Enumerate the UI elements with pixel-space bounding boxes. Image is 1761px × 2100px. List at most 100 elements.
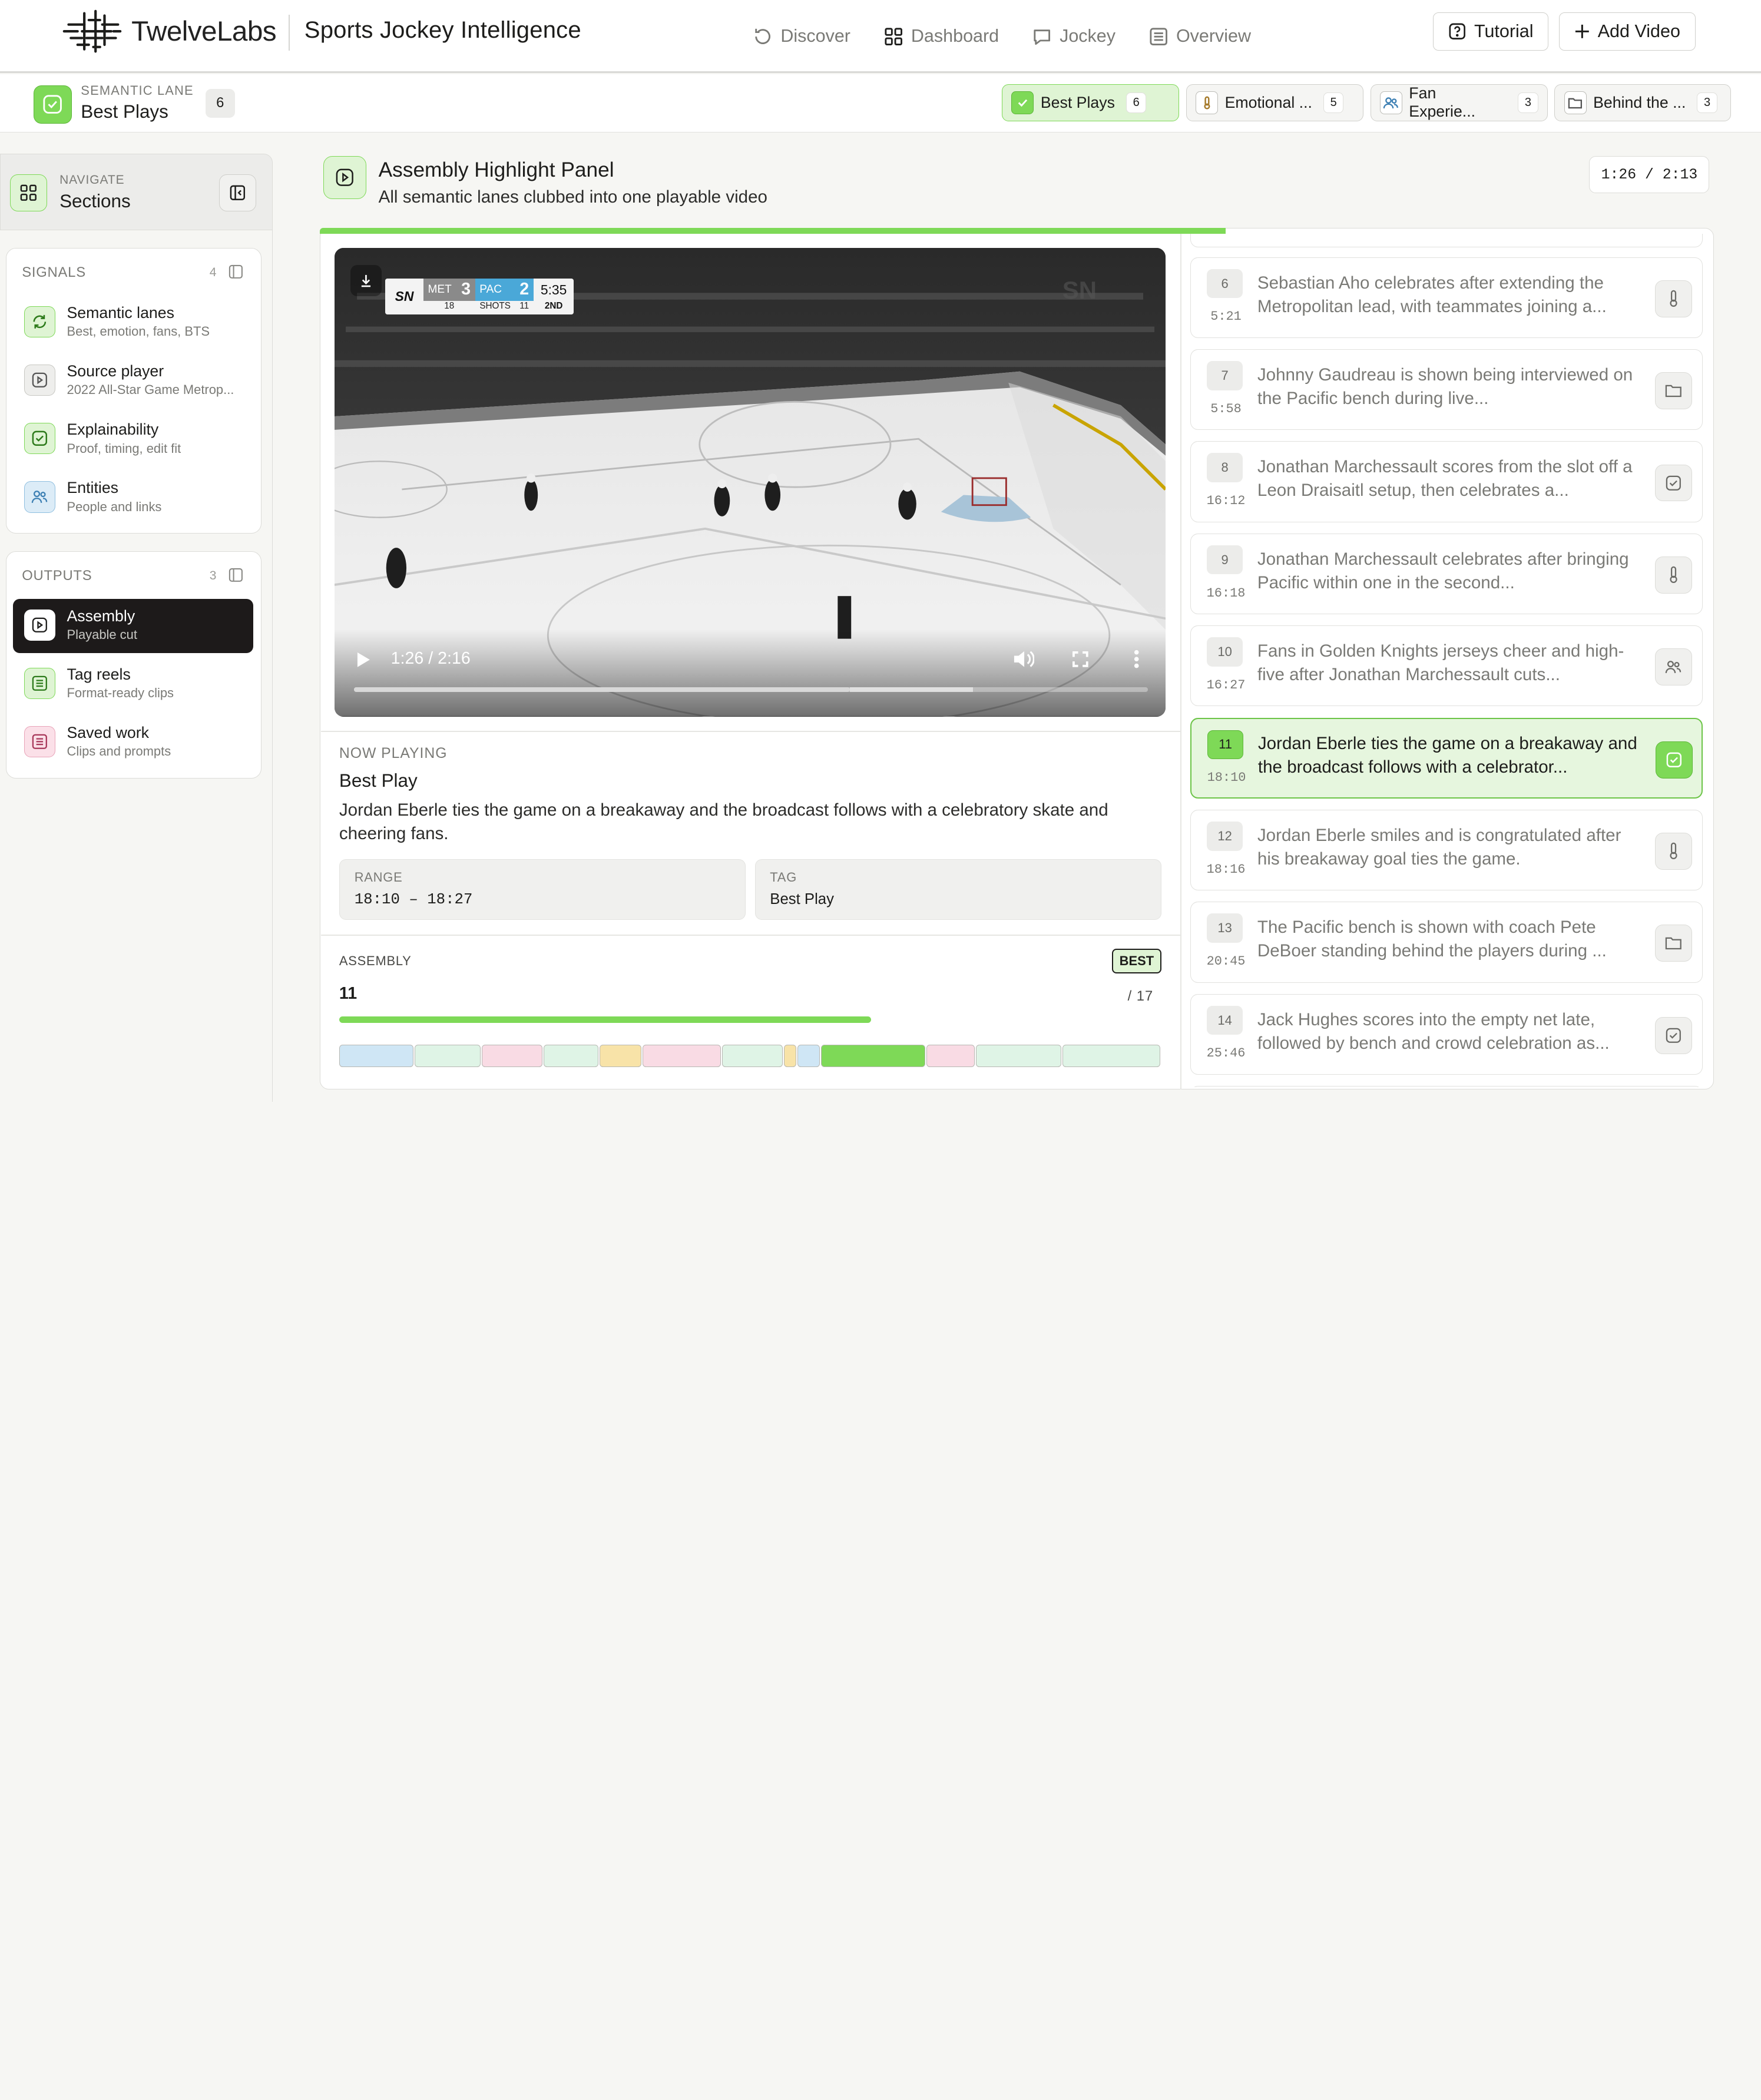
- team1-score: 3: [461, 280, 471, 299]
- sidebar-item-entities[interactable]: Entities People and links: [13, 471, 253, 525]
- tutorial-button[interactable]: Tutorial: [1433, 12, 1549, 51]
- timeline-segment[interactable]: [784, 1044, 797, 1067]
- clip-item-7[interactable]: 7 5:58 Johnny Gaudreau is shown being in…: [1190, 349, 1703, 430]
- nav-discover[interactable]: Discover: [742, 0, 862, 73]
- play-icon[interactable]: [356, 651, 371, 668]
- list-item[interactable]: [1190, 1086, 1703, 1087]
- fullscreen-icon[interactable]: [1073, 651, 1088, 667]
- list-item[interactable]: [1190, 233, 1703, 247]
- lane-chip-fan-experience[interactable]: Fan Experie... 3: [1370, 84, 1548, 121]
- folder-icon[interactable]: [1654, 372, 1692, 410]
- lane-chip-behind-the-scenes[interactable]: Behind the ... 3: [1554, 84, 1731, 121]
- more-options-icon[interactable]: [1133, 649, 1140, 669]
- clip-number: 11: [1207, 730, 1244, 760]
- volume-icon[interactable]: [1013, 649, 1035, 669]
- chat-bubble-icon: [1032, 27, 1051, 46]
- clip-item-11[interactable]: 11 18:10 Jordan Eberle ties the game on …: [1190, 717, 1703, 799]
- timeline-segment[interactable]: [926, 1044, 975, 1067]
- collapse-sidebar-button[interactable]: [219, 174, 256, 211]
- plus-icon: [1574, 24, 1590, 39]
- sidebar-item-tag-reels[interactable]: Tag reels Format-ready clips: [13, 658, 253, 712]
- sidebar-item-title: Saved work: [67, 724, 149, 742]
- section-divider: [321, 934, 1181, 936]
- check-square-icon[interactable]: [1655, 741, 1693, 779]
- navigate-caption: NAVIGATE: [59, 173, 125, 187]
- clip-number: 10: [1207, 637, 1243, 667]
- thermometer-icon[interactable]: [1654, 280, 1692, 317]
- clip-time: 16:27: [1206, 677, 1246, 693]
- lane-chip-best-plays[interactable]: Best Plays 6: [1002, 84, 1180, 121]
- sidebar-item-assembly[interactable]: Assembly Playable cut: [12, 599, 254, 653]
- sidebar-collapse-icon: [230, 185, 246, 201]
- list-icon: [24, 726, 56, 758]
- thermometer-icon[interactable]: [1654, 556, 1692, 594]
- clip-list[interactable]: 6 5:21 Sebastian Aho celebrates after ex…: [1181, 233, 1713, 1087]
- clip-item-6[interactable]: 6 5:21 Sebastian Aho celebrates after ex…: [1190, 257, 1703, 338]
- sidebar-item-title: Tag reels: [67, 665, 131, 683]
- download-button[interactable]: [350, 265, 382, 297]
- check-square-icon[interactable]: [1654, 464, 1692, 502]
- sidebar-item-subtitle: Clips and prompts: [67, 744, 171, 759]
- clip-time: 16:12: [1206, 493, 1246, 509]
- timeline-segment[interactable]: [821, 1044, 926, 1067]
- panel-collapse-icon[interactable]: [229, 264, 243, 279]
- sidebar-item-subtitle: 2022 All-Star Game Metrop...: [67, 382, 234, 398]
- folder-icon: [1564, 91, 1587, 114]
- assembly-current: 11: [339, 983, 358, 1003]
- thermometer-icon[interactable]: [1654, 833, 1692, 870]
- lane-chip-label: Emotional ...: [1224, 93, 1312, 111]
- nav-overview[interactable]: Overview: [1138, 0, 1262, 73]
- clip-item-13[interactable]: 13 20:45 The Pacific bench is shown with…: [1190, 902, 1703, 983]
- clip-item-8[interactable]: 8 16:12 Jonathan Marchessault scores fro…: [1190, 441, 1703, 522]
- timeline-segment[interactable]: [482, 1044, 543, 1067]
- sidebar-item-title: Explainability: [67, 420, 159, 439]
- clip-item-10[interactable]: 10 16:27 Fans in Golden Knights jerseys …: [1190, 625, 1703, 707]
- timeline-segment[interactable]: [543, 1044, 599, 1067]
- add-video-label: Add Video: [1597, 21, 1680, 41]
- section-divider: [321, 731, 1181, 733]
- clip-time: 5:58: [1210, 401, 1242, 416]
- lane-chip-emotional[interactable]: Emotional ... 5: [1186, 84, 1364, 121]
- nav-overview-label: Overview: [1176, 26, 1252, 47]
- tag-box: TAG Best Play: [754, 859, 1161, 920]
- sidebar-item-explainability[interactable]: Explainability Proof, timing, edit fit: [13, 413, 253, 467]
- lane-count-badge: 6: [205, 88, 235, 118]
- add-video-button[interactable]: Add Video: [1558, 12, 1696, 51]
- timeline-segment[interactable]: [600, 1044, 641, 1067]
- twelvelabs-logo-icon: [62, 9, 123, 54]
- clip-time: 18:10: [1207, 770, 1246, 786]
- sidebar-item-semantic-lanes[interactable]: Semantic lanes Best, emotion, fans, BTS: [13, 296, 253, 350]
- sidebar-item-title: Semantic lanes: [67, 303, 174, 322]
- timeline-segment[interactable]: [797, 1044, 820, 1067]
- clip-item-9[interactable]: 9 16:18 Jonathan Marchessault celebrates…: [1190, 533, 1703, 615]
- nav-jockey[interactable]: Jockey: [1021, 0, 1127, 73]
- main-nav: Discover Dashboard Jockey Overview: [742, 0, 1263, 73]
- timeline-segment[interactable]: [722, 1044, 783, 1067]
- sidebar-item-subtitle: People and links: [67, 499, 162, 514]
- folder-icon[interactable]: [1654, 925, 1692, 962]
- brand-logo[interactable]: TwelveLabs: [62, 9, 277, 54]
- timeline-segment[interactable]: [414, 1044, 481, 1067]
- clip-text: Sebastian Aho celebrates after extending…: [1257, 273, 1607, 316]
- timeline-segment[interactable]: [642, 1044, 721, 1067]
- clip-item-12[interactable]: 12 18:16 Jordan Eberle smiles and is con…: [1190, 809, 1703, 891]
- check-square-icon[interactable]: [1654, 1016, 1692, 1054]
- nav-dashboard[interactable]: Dashboard: [873, 0, 1010, 73]
- tag-label: TAG: [770, 870, 797, 885]
- timeline-segment[interactable]: [1062, 1044, 1160, 1067]
- clip-item-14[interactable]: 14 25:46 Jack Hughes scores into the emp…: [1190, 993, 1703, 1075]
- header-divider: [289, 14, 290, 51]
- sidebar-item-saved-work[interactable]: Saved work Clips and prompts: [13, 716, 253, 770]
- sidebar-item-source-player[interactable]: Source player 2022 All-Star Game Metrop.…: [13, 355, 253, 409]
- panel-collapse-icon[interactable]: [229, 568, 243, 582]
- timeline-segment[interactable]: [976, 1044, 1062, 1067]
- timeline-segment[interactable]: [339, 1044, 413, 1067]
- lane-chip-label: Fan Experie...: [1409, 84, 1476, 121]
- outputs-panel: OUTPUTS 3 Assembly Playable cut Tag reel…: [5, 551, 262, 779]
- lane-chip-count: 3: [1697, 92, 1717, 113]
- panel-subtitle: All semantic lanes clubbed into one play…: [378, 187, 767, 207]
- now-playing-caption: NOW PLAYING: [339, 746, 448, 762]
- assembly-top-progress: [320, 228, 1226, 234]
- team1-name: MET: [428, 283, 452, 296]
- users-icon[interactable]: [1654, 648, 1692, 686]
